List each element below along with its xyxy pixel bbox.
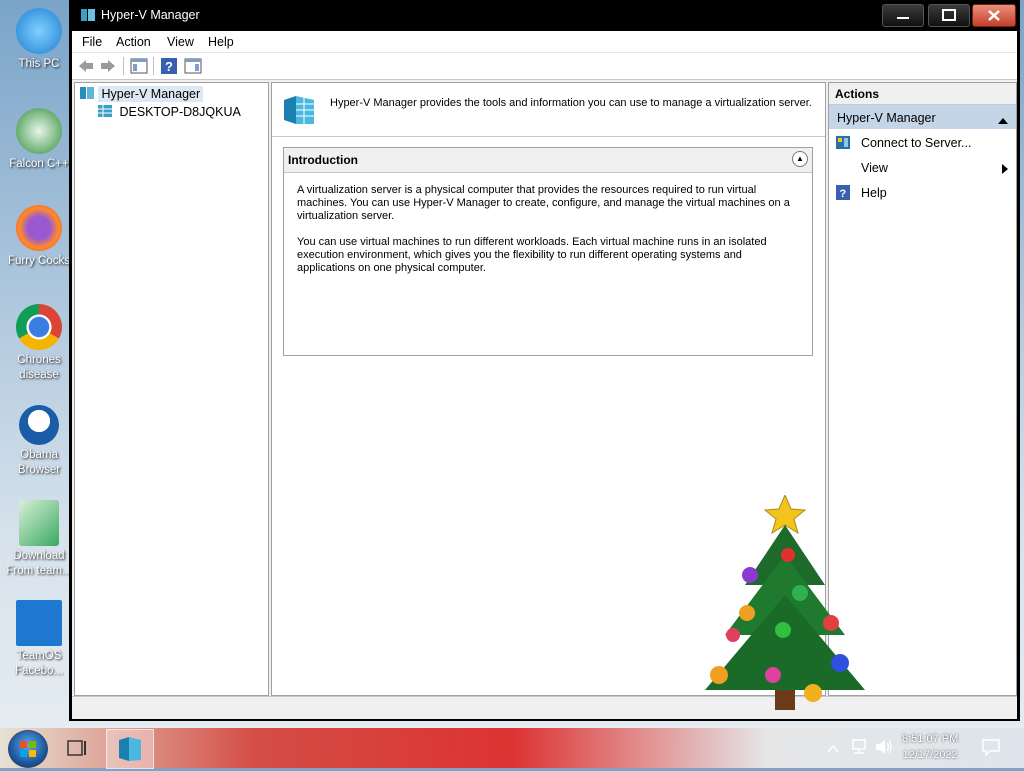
connect-server-icon (836, 135, 850, 150)
actions-section-label: Hyper-V Manager (837, 111, 936, 125)
tree-item-hyperv-manager[interactable]: Hyper-V Manager (79, 85, 204, 103)
show-hidden-icons-chevron-icon[interactable] (827, 742, 839, 756)
help-icon: ? (836, 185, 850, 200)
title-bar[interactable]: Hyper-V Manager (69, 0, 1020, 31)
actions-header: Actions (829, 83, 1016, 105)
collapse-arrow-icon[interactable] (998, 113, 1008, 127)
desktop-icon-falcon[interactable]: Falcon C++ (4, 108, 74, 172)
svg-text:?: ? (840, 188, 847, 200)
close-button[interactable] (972, 4, 1016, 27)
clock[interactable]: 8:51:07 PM 12/17/2022 (902, 731, 958, 763)
hyperv-app-icon (80, 7, 96, 23)
start-button[interactable] (8, 730, 48, 768)
menu-file[interactable]: File (82, 35, 102, 49)
back-arrow-icon[interactable] (77, 57, 95, 75)
notepad-icon (19, 500, 59, 546)
taskbar-hyperv-button[interactable] (106, 729, 154, 769)
intro-paragraph-2: You can use virtual machines to run diff… (297, 236, 767, 274)
action-label: View (861, 161, 888, 175)
action-label: Connect to Server... (861, 136, 972, 150)
menu-bar: File Action View Help (72, 31, 1017, 53)
status-bar (72, 696, 1017, 719)
console-tree: Hyper-V Manager DESKTOP-D8JQKUA (74, 82, 269, 696)
action-view[interactable]: View (829, 156, 1016, 180)
submenu-arrow-icon (1002, 163, 1008, 177)
taskbar: 8:51:07 PM 12/17/2022 (0, 728, 1024, 769)
desktop-icon-label: Download From team... (6, 550, 72, 577)
notification-icon[interactable] (982, 739, 1000, 759)
task-view-icon[interactable] (66, 738, 88, 761)
banner-description: Hyper-V Manager provides the tools and i… (330, 97, 812, 109)
intro-paragraph-1: A virtualization server is a physical co… (297, 184, 790, 222)
desktop-icon-label: Furry Cocks (8, 255, 70, 267)
desktop-icon-chrome[interactable]: Chrones disease (4, 304, 74, 383)
menu-view[interactable]: View (167, 35, 194, 49)
actions-section-hyperv-manager[interactable]: Hyper-V Manager (829, 105, 1016, 129)
clock-date: 12/17/2022 (902, 749, 958, 761)
tree-item-label: Hyper-V Manager (98, 85, 204, 102)
action-help[interactable]: ? Help (829, 181, 1016, 205)
toolbar-separator (153, 57, 154, 75)
toolbar-separator (123, 57, 124, 75)
server-icon (97, 104, 113, 121)
desktop-icon-label: This PC (18, 58, 60, 70)
tree-item-server[interactable]: DESKTOP-D8JQKUA (97, 104, 244, 121)
show-hide-action-pane-icon[interactable] (184, 57, 202, 75)
christmas-tree-decoration (695, 493, 865, 720)
forward-arrow-icon[interactable] (99, 57, 117, 75)
hyperv-window: Hyper-V Manager File Action View Help ? … (69, 0, 1020, 721)
window-client: File Action View Help ? Hyper-V Manager … (72, 31, 1017, 719)
tree-item-label: DESKTOP-D8JQKUA (119, 104, 241, 119)
collapse-icon[interactable]: ▲ (792, 151, 808, 167)
desktop-icon-firefox[interactable]: Furry Cocks (4, 205, 74, 269)
desktop-icon-this-pc[interactable]: This PC (4, 8, 74, 72)
hyperv-manager-icon (119, 737, 141, 761)
show-hide-console-tree-icon[interactable] (130, 57, 148, 75)
obama-logo-icon (19, 405, 59, 445)
toolbar: ? (72, 53, 1017, 80)
computer-icon (16, 8, 62, 54)
action-connect-to-server[interactable]: Connect to Server... (829, 131, 1016, 155)
info-banner: Hyper-V Manager provides the tools and i… (272, 83, 825, 137)
falcon-cpp-icon (16, 108, 62, 154)
hyperv-server-icon (282, 94, 316, 129)
desktop-icon-teamos[interactable]: TeamOS Facebo... (4, 600, 74, 679)
window-title: Hyper-V Manager (101, 8, 200, 22)
help-icon[interactable]: ? (160, 57, 178, 75)
gear-icon (16, 600, 62, 646)
desktop-icon-label: Falcon C++ (9, 158, 69, 170)
introduction-header[interactable]: Introduction ▲ (284, 148, 812, 173)
menu-help[interactable]: Help (208, 35, 234, 49)
maximize-button[interactable] (928, 4, 970, 27)
introduction-title: Introduction (288, 153, 358, 167)
network-icon[interactable] (850, 739, 868, 758)
actions-title: Actions (835, 87, 880, 101)
hyperv-manager-icon (79, 86, 95, 103)
main-pane-area: Hyper-V Manager DESKTOP-D8JQKUA Hyper-V … (72, 80, 1017, 696)
minimize-button[interactable] (882, 4, 924, 27)
desktop-icon-label: Chrones disease (17, 354, 61, 381)
desktop-icon-download[interactable]: Download From team... (4, 500, 74, 579)
volume-icon[interactable] (874, 739, 894, 758)
action-label: Help (861, 186, 887, 200)
menu-action[interactable]: Action (116, 35, 151, 49)
introduction-section: Introduction ▲ A virtualization server i… (283, 147, 813, 356)
desktop-icon-obama-browser[interactable]: Obama Browser (4, 405, 74, 478)
chrome-icon (16, 304, 62, 350)
desktop-icon-label: TeamOS Facebo... (15, 650, 63, 677)
clock-time: 8:51:07 PM (902, 733, 959, 745)
firefox-icon (16, 205, 62, 251)
desktop-icon-label: Obama Browser (17, 449, 61, 476)
svg-text:?: ? (165, 59, 173, 74)
